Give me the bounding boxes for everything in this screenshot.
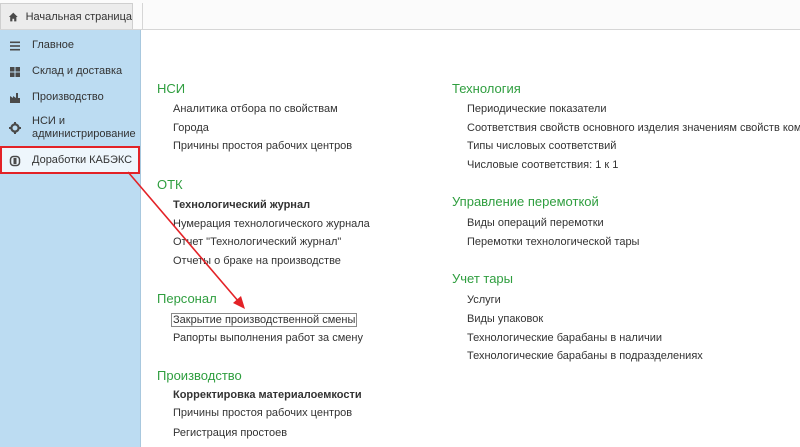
link-item[interactable]: Отчет "Технологический журнал" (173, 236, 341, 248)
group-title-technology: Технология (452, 81, 521, 96)
sidebar-item-label: Главное (32, 39, 75, 51)
link-item-focused[interactable]: Закрытие производственной смены (171, 313, 358, 327)
link-item[interactable]: Числовые соответствия: 1 к 1 (467, 159, 618, 171)
link-item[interactable]: Виды операций перемотки (467, 217, 604, 229)
group-title-nsi: НСИ (157, 81, 186, 96)
group-title-rewind: Управление перемоткой (452, 194, 599, 209)
home-tab-label: Начальная страница (25, 10, 132, 23)
link-item[interactable]: Отчеты о браке на производстве (173, 255, 341, 267)
factory-icon (10, 93, 20, 103)
sidebar-item-nsi-admin[interactable]: НСИ и администрирование (0, 112, 140, 144)
extension-icon (9, 155, 21, 167)
sidebar-item-kabeks[interactable]: Доработки КАБЭКС (0, 146, 140, 174)
link-item[interactable]: Перемотки технологической тары (467, 236, 639, 248)
top-tab-bar: Начальная страница (0, 0, 800, 30)
group-title-otk: ОТК (157, 177, 183, 192)
sidebar-item-label: Доработки КАБЭКС (32, 154, 133, 166)
link-item[interactable]: Нумерация технологического журнала (173, 218, 370, 230)
link-item[interactable]: Периодические показатели (467, 103, 606, 115)
warehouse-grid-icon (10, 67, 20, 77)
link-item[interactable]: Виды упаковок (467, 313, 543, 325)
gear-icon (9, 122, 21, 134)
link-item[interactable]: Технологические барабаны в подразделения… (467, 350, 703, 362)
group-title-personal: Персонал (157, 291, 217, 306)
menu-lines-icon (10, 41, 20, 51)
home-tab[interactable]: Начальная страница (0, 3, 133, 29)
link-item[interactable]: Типы числовых соответствий (467, 140, 616, 152)
link-item[interactable]: Корректировка материалоемкости (173, 389, 362, 401)
link-item[interactable]: Технологические барабаны в наличии (467, 332, 662, 344)
link-item[interactable]: Рапорты выполнения работ за смену (173, 332, 363, 344)
sidebar-item-label: НСИ и администрирование (32, 115, 136, 140)
link-item[interactable]: Причины простоя рабочих центров (173, 140, 352, 152)
sidebar-item-label: Производство (32, 91, 104, 103)
sidebar: Главное Склад и доставка Производство НС… (0, 30, 141, 447)
link-item[interactable]: Города (173, 122, 209, 134)
home-icon (8, 12, 18, 21)
sidebar-item-warehouse[interactable]: Склад и доставка (0, 60, 140, 84)
link-item[interactable]: Соответствия свойств основного изделия з… (467, 122, 800, 134)
group-title-production: Производство (157, 368, 242, 383)
link-item[interactable]: Регистрация простоев (173, 427, 287, 439)
link-item[interactable]: Причины простоя рабочих центров (173, 407, 352, 419)
tab-area (142, 3, 800, 29)
sidebar-item-label: Склад и доставка (32, 65, 123, 77)
sidebar-item-main[interactable]: Главное (0, 34, 140, 58)
link-item[interactable]: Технологический журнал (173, 199, 310, 211)
group-title-tare: Учет тары (452, 271, 514, 286)
link-item[interactable]: Аналитика отбора по свойствам (173, 103, 338, 115)
main-panel: НСИ Аналитика отбора по свойствам Города… (142, 30, 800, 447)
link-item[interactable]: Услуги (467, 294, 501, 306)
sidebar-item-production[interactable]: Производство (0, 86, 140, 110)
